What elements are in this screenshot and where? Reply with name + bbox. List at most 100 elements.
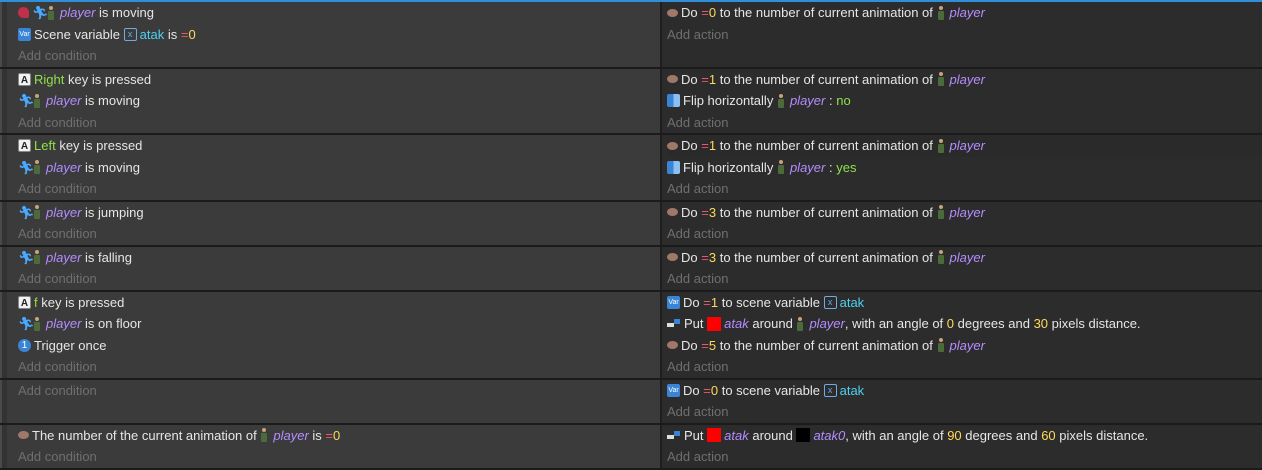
operator: =	[701, 249, 709, 265]
condition-text: is moving	[85, 93, 140, 108]
action-text: degrees and	[957, 316, 1030, 331]
action-row[interactable]: Do = 5 to the number of current animatio…	[667, 335, 1262, 357]
condition-row[interactable]: 🏃︎ player is moving	[18, 90, 660, 112]
operator: =	[701, 204, 709, 220]
player-sprite-icon	[47, 5, 55, 20]
runner-icon: 🏃︎	[18, 204, 35, 220]
player-sprite-icon	[937, 205, 945, 220]
event-3[interactable]: 🏃︎ player is jumping Add condition Do = …	[0, 201, 1262, 247]
add-condition-link[interactable]: Add condition	[18, 112, 660, 134]
animation-icon	[18, 431, 29, 440]
add-action-link[interactable]: Add action	[667, 446, 1262, 468]
add-action-link[interactable]: Add action	[667, 401, 1262, 423]
add-action-link[interactable]: Add action	[667, 178, 1262, 200]
flip-icon	[667, 160, 680, 174]
key-icon: A	[18, 139, 31, 153]
add-action-link[interactable]: Add action	[667, 268, 1262, 290]
condition-row[interactable]: 🏃︎ player is moving	[18, 157, 660, 179]
player-sprite-icon	[937, 5, 945, 20]
event-4[interactable]: 🏃︎ player is falling Add condition Do = …	[0, 246, 1262, 292]
object-name: player	[949, 337, 985, 353]
action-row[interactable]: Do = 3 to the number of current animatio…	[667, 247, 1262, 269]
condition-text: key is pressed	[41, 294, 125, 310]
operator: =	[325, 427, 334, 443]
action-text: Do	[683, 294, 700, 310]
variable-ref-icon: x	[823, 295, 837, 309]
action-text: to scene variable	[721, 382, 820, 398]
condition-row[interactable]: The number of the current animation of p…	[18, 425, 660, 447]
action-row[interactable]: Put atak around player, with an angle of…	[667, 313, 1262, 335]
add-action-link[interactable]: Add action	[667, 24, 1262, 46]
number-value: 1	[710, 294, 719, 310]
add-action-link[interactable]: Add action	[667, 112, 1262, 134]
scene-variable-icon: Var	[667, 383, 680, 397]
key-name: Left	[34, 138, 56, 153]
number-value: 1	[708, 138, 717, 153]
action-row[interactable]: Do = 1 to the number of current animatio…	[667, 69, 1262, 91]
animation-icon	[667, 75, 678, 84]
condition-row[interactable]: 🏃︎ player is jumping	[18, 202, 660, 224]
action-row[interactable]: Do = 1 to the number of current animatio…	[667, 135, 1262, 157]
condition-row[interactable]: A f key is pressed	[18, 292, 660, 314]
condition-row[interactable]: 🏃︎ player is falling	[18, 247, 660, 269]
action-row[interactable]: Var Do = 1 to scene variable x atak	[667, 292, 1262, 314]
action-row[interactable]: Flip horizontally player : no	[667, 90, 1262, 112]
runner-icon: 🏃︎	[18, 249, 35, 265]
add-condition-link[interactable]: Add condition	[18, 446, 660, 468]
runner-icon: 🏃︎	[18, 316, 35, 332]
red-square-icon	[707, 316, 722, 331]
animation-icon	[667, 341, 678, 350]
add-action-link[interactable]: Add action	[667, 223, 1262, 245]
event-1[interactable]: A Right key is pressed 🏃︎ player is movi…	[0, 68, 1262, 135]
separator: :	[829, 159, 833, 175]
add-condition-link[interactable]: Add condition	[18, 356, 660, 378]
add-condition-link[interactable]: Add condition	[18, 223, 660, 245]
add-condition-link[interactable]: Add condition	[18, 178, 660, 200]
object-name: player	[949, 5, 985, 20]
action-row[interactable]: Var Do = 0 to scene variable x atak	[667, 380, 1262, 402]
action-text: Do	[681, 71, 698, 87]
add-condition-link[interactable]: Add condition	[18, 45, 660, 67]
add-action-link[interactable]: Add action	[667, 356, 1262, 378]
number-value: 30	[1033, 316, 1049, 331]
object-name: player	[273, 427, 309, 443]
number-value: 0	[708, 5, 717, 20]
add-condition-link[interactable]: Add condition	[18, 380, 660, 402]
operator: =	[701, 71, 709, 87]
object-name: player	[949, 204, 985, 220]
condition-row[interactable]: 🏃︎ player is moving	[18, 2, 660, 24]
actions-column: Do = 1 to the number of current animatio…	[660, 68, 1262, 134]
action-text: around	[752, 316, 793, 331]
number-value: 3	[708, 204, 717, 220]
condition-row[interactable]: 1 Trigger once	[18, 335, 660, 357]
runner-icon: 🏃︎	[32, 5, 49, 21]
condition-row[interactable]: 🏃︎ player is on floor	[18, 313, 660, 335]
scene-variable-icon: Var	[667, 295, 680, 309]
action-row[interactable]: Flip horizontally player : yes	[667, 157, 1262, 179]
condition-row[interactable]: A Right key is pressed	[18, 69, 660, 91]
add-condition-link[interactable]: Add condition	[18, 268, 660, 290]
action-row[interactable]: Put atak around atak0, with an angle of …	[667, 425, 1262, 447]
conditions-column: 🏃︎ player is moving Var Scene variable x…	[0, 2, 660, 67]
action-row[interactable]: Do = 3 to the number of current animatio…	[667, 202, 1262, 224]
event-7[interactable]: The number of the current animation of p…	[0, 424, 1262, 470]
number-value: 90	[947, 427, 962, 443]
operator: =	[701, 138, 709, 153]
number-value: 0	[188, 26, 196, 42]
object-name: player	[949, 249, 985, 265]
event-6[interactable]: Add condition Var Do = 0 to scene variab…	[0, 379, 1262, 425]
condition-row[interactable]: A Left key is pressed	[18, 135, 660, 157]
condition-row[interactable]: Var Scene variable x atak is = 0	[18, 24, 660, 46]
object-name: player	[60, 5, 96, 20]
event-0[interactable]: 🏃︎ player is moving Var Scene variable x…	[0, 2, 1262, 69]
number-value: 5	[708, 337, 717, 353]
number-value: 1	[708, 71, 717, 87]
trigger-once-icon: 1	[18, 338, 31, 352]
action-row[interactable]: Do = 0 to the number of current animatio…	[667, 2, 1262, 24]
event-2[interactable]: A Left key is pressed 🏃︎ player is movin…	[0, 135, 1262, 202]
operator: =	[703, 294, 711, 310]
action-text: to the number of current animation of	[719, 5, 933, 20]
event-5[interactable]: A f key is pressed 🏃︎ player is on floor…	[0, 291, 1262, 380]
black-square-icon	[796, 428, 811, 443]
condition-text: is	[312, 427, 322, 443]
